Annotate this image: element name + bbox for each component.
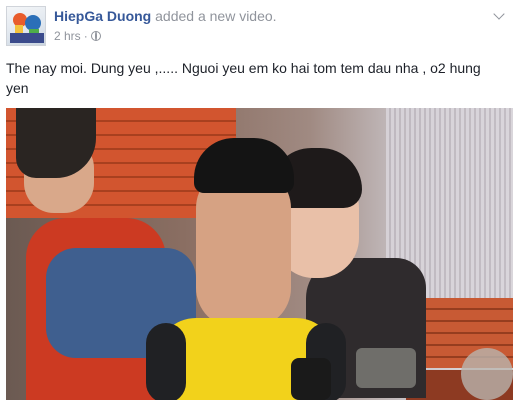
post-timestamp[interactable]: 2 hrs xyxy=(54,29,81,43)
post-action-text: added a new video. xyxy=(155,8,277,24)
author-avatar[interactable] xyxy=(6,6,46,46)
post-header: HiepGa Duong added a new video. 2 hrs · xyxy=(6,6,277,46)
meta-separator: · xyxy=(83,29,88,43)
post-meta: HiepGa Duong added a new video. 2 hrs · xyxy=(54,6,277,46)
post-message: The nay moi. Dung yeu ,..... Nguoi yeu e… xyxy=(6,60,481,96)
feed-post: HiepGa Duong added a new video. 2 hrs · … xyxy=(0,0,517,400)
post-subline: 2 hrs · xyxy=(54,29,277,43)
globe-icon[interactable] xyxy=(90,31,101,41)
author-name-link[interactable]: HiepGa Duong xyxy=(54,8,151,24)
video-player[interactable] xyxy=(6,108,513,400)
post-headline: HiepGa Duong added a new video. xyxy=(54,8,277,25)
chevron-down-icon[interactable] xyxy=(493,8,505,20)
